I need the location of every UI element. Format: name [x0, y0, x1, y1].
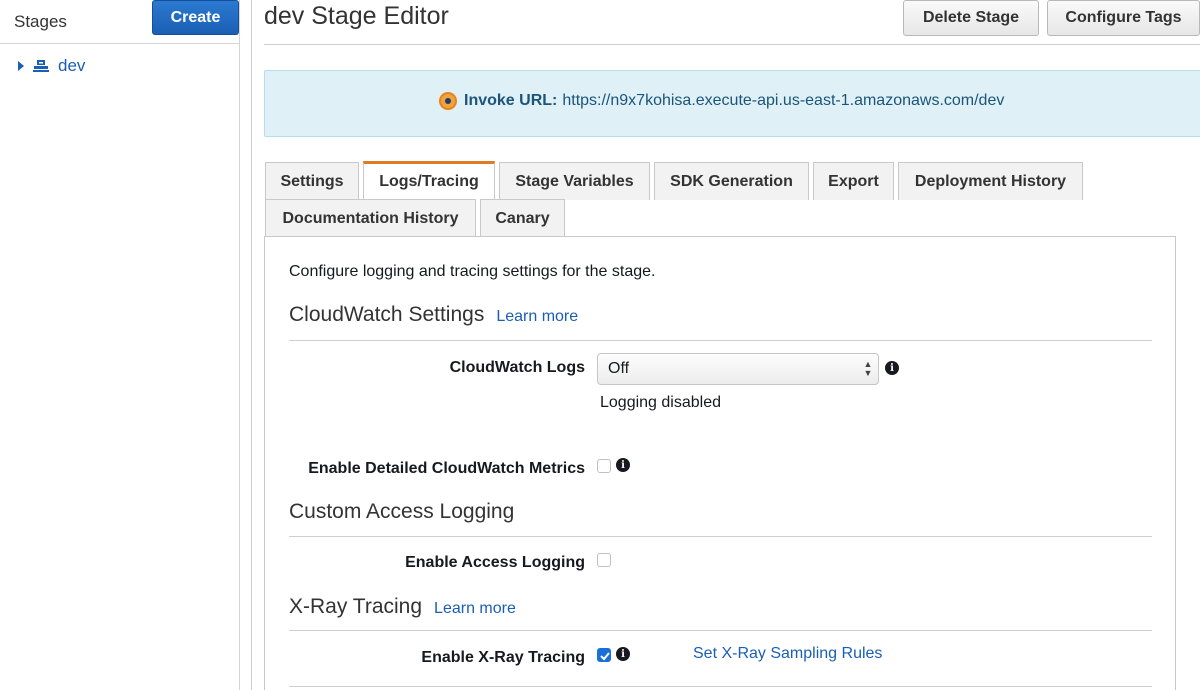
invoke-url-link[interactable]: https://n9x7kohisa.execute-api.us-east-1…	[562, 92, 1004, 110]
target-icon	[439, 92, 457, 110]
access-logging-checkbox[interactable]	[597, 553, 611, 567]
detailed-metrics-label: Enable Detailed CloudWatch Metrics	[308, 460, 585, 477]
info-icon[interactable]: i	[885, 361, 899, 375]
tab-deployment-history[interactable]: Deployment History	[898, 162, 1083, 200]
stage-icon	[33, 60, 49, 72]
tab-export[interactable]: Export	[813, 162, 894, 200]
section-title: CloudWatch Settings	[289, 303, 485, 326]
stages-sidebar: Stages Create dev	[0, 0, 252, 690]
cloudwatch-logs-label: CloudWatch Logs	[449, 359, 585, 376]
stages-tree	[0, 44, 240, 690]
xray-learn-more-link[interactable]: Learn more	[434, 600, 516, 618]
cloudwatch-learn-more-link[interactable]: Learn more	[496, 308, 578, 326]
tab-canary[interactable]: Canary	[480, 199, 565, 237]
logging-status-text: Logging disabled	[600, 394, 721, 411]
create-stage-button[interactable]: Create	[152, 0, 239, 35]
tab-stage-variables[interactable]: Stage Variables	[499, 162, 650, 200]
tree-item-dev[interactable]: dev	[18, 56, 85, 76]
expand-caret-icon[interactable]	[18, 61, 24, 71]
section-title: X-Ray Tracing	[289, 595, 423, 618]
section-title: Custom Access Logging	[289, 500, 515, 523]
tab-sdk-generation[interactable]: SDK Generation	[654, 162, 809, 200]
access-logging-label: Enable Access Logging	[405, 554, 585, 571]
xray-tracing-heading: X-Ray Tracing Learn more	[289, 595, 516, 619]
select-value: Off	[608, 360, 630, 377]
intro-text: Configure logging and tracing settings f…	[289, 263, 656, 280]
tab-settings[interactable]: Settings	[265, 162, 359, 200]
tab-documentation-history[interactable]: Documentation History	[265, 199, 476, 237]
invoke-url-banner: Invoke URL: https://n9x7kohisa.execute-a…	[264, 70, 1200, 137]
cloudwatch-settings-heading: CloudWatch Settings Learn more	[289, 303, 578, 327]
xray-sampling-rules-link[interactable]: Set X-Ray Sampling Rules	[693, 645, 882, 663]
info-icon[interactable]: i	[616, 647, 630, 661]
custom-access-logging-heading: Custom Access Logging	[289, 500, 514, 524]
info-icon[interactable]: i	[616, 458, 630, 472]
delete-stage-button[interactable]: Delete Stage	[903, 0, 1039, 36]
section-divider	[289, 340, 1152, 341]
section-divider	[289, 630, 1152, 631]
xray-tracing-checkbox[interactable]	[597, 648, 611, 662]
select-arrows-icon: ▲ ▼	[863, 359, 873, 378]
cloudwatch-logs-select[interactable]: Off ▲ ▼	[597, 353, 879, 385]
section-divider	[289, 686, 1152, 687]
header-divider	[264, 44, 1200, 45]
tree-item-label: dev	[58, 56, 86, 75]
tab-logs-tracing[interactable]: Logs/Tracing	[363, 161, 495, 200]
invoke-url-label: Invoke URL:	[464, 92, 558, 109]
section-divider	[289, 536, 1152, 537]
stages-title: Stages	[14, 12, 67, 31]
detailed-metrics-checkbox[interactable]	[597, 459, 611, 473]
page-title: dev Stage Editor	[264, 2, 449, 30]
xray-tracing-label: Enable X-Ray Tracing	[421, 649, 585, 666]
configure-tags-button[interactable]: Configure Tags	[1047, 0, 1200, 36]
